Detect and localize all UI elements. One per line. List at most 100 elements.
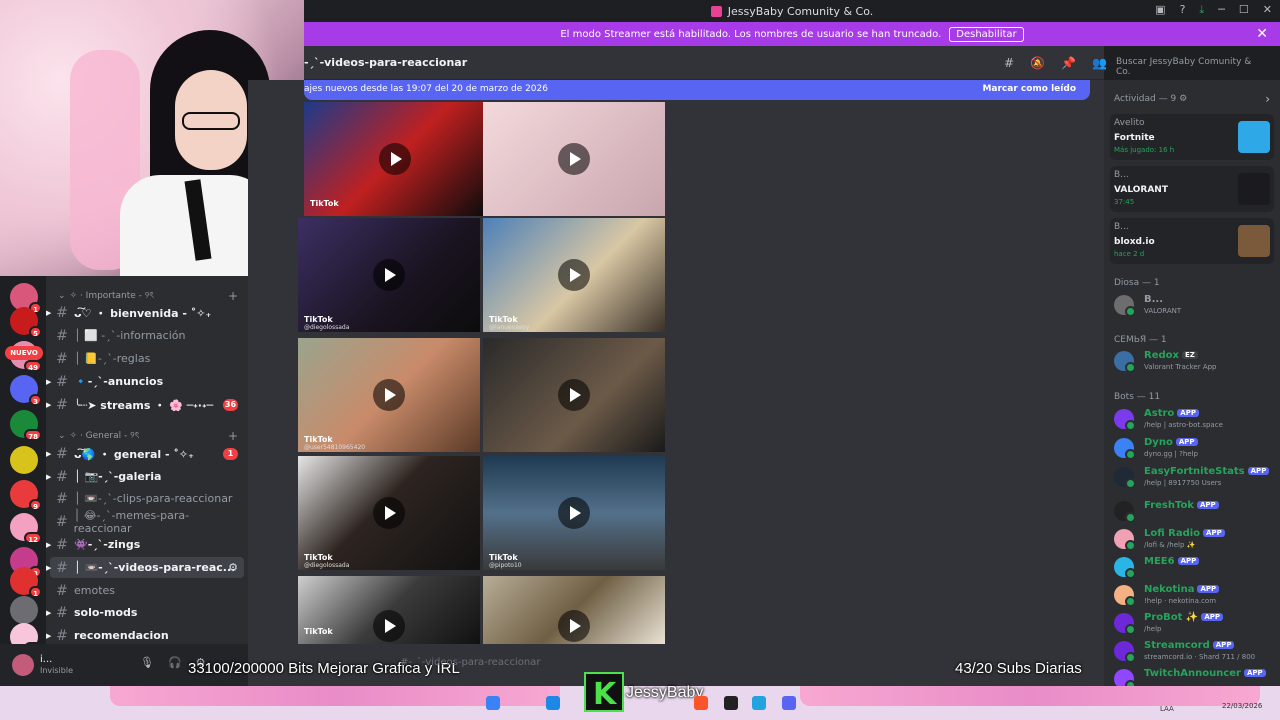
activity-card[interactable]: Avelito Fortnite Más jugado: 16 h (1110, 114, 1274, 160)
windows-start-icon[interactable] (486, 696, 500, 710)
server-icon[interactable] (10, 596, 38, 625)
discord-icon[interactable] (782, 696, 796, 710)
video-thumbnail[interactable]: TikTok @diegolossada (298, 456, 480, 570)
mark-as-read-button[interactable]: Marcar como leído (982, 84, 1076, 94)
add-channel-icon[interactable]: + (228, 289, 238, 303)
server-icon[interactable]: 3 (10, 374, 42, 406)
play-icon[interactable] (558, 379, 590, 411)
channel-item[interactable]: ▶ # 👾-ˏˋ-zings (46, 534, 244, 555)
member-item[interactable]: ProBot ✨ APP/help (1114, 610, 1278, 636)
channel-item[interactable]: ▶ # ᴗ͠🌎 ・ general - ˚✧₊ 1 (46, 443, 244, 464)
member-item[interactable]: MEE6 APP (1114, 554, 1278, 580)
channel-item[interactable]: ▶ # solo-mods (46, 602, 244, 623)
video-thumbnail[interactable]: TikTok @diegolossada (298, 218, 480, 332)
video-thumbnail[interactable]: TikTok (304, 102, 486, 216)
play-icon[interactable] (379, 143, 411, 175)
channel-item[interactable]: ▶ # │ 📷-ˏˋ-galeria (46, 466, 244, 487)
video-thumbnail[interactable] (483, 338, 665, 452)
channel-item[interactable]: # emotes (50, 580, 244, 601)
member-item[interactable]: Redox EZ Valorant Tracker App (1114, 348, 1278, 374)
video-thumbnail[interactable] (483, 102, 665, 216)
channel-item[interactable]: ▶ # ᴗ͠♡ ・ bienvenida - ˚✧₊ (46, 302, 244, 323)
obs-icon[interactable] (724, 696, 738, 710)
channel-name: ᴗ͠♡ ・ bienvenida - ˚✧₊ (74, 306, 212, 320)
play-icon[interactable] (373, 610, 405, 642)
avatar[interactable] (12, 654, 34, 676)
member-name: Redox EZ (1144, 350, 1198, 361)
video-thumbnail[interactable]: TikTok @user54810965420 (298, 338, 480, 452)
play-icon[interactable] (558, 610, 590, 642)
download-icon[interactable]: ⤓ (1199, 3, 1204, 17)
server-icon[interactable]: 5 (10, 307, 42, 339)
gear-icon[interactable]: ⚙ (228, 561, 238, 574)
video-thumbnail[interactable]: TikTok @pipoto10 (483, 456, 665, 570)
inbox-icon[interactable]: ▣ (1155, 3, 1165, 17)
play-icon[interactable] (558, 143, 590, 175)
activity-card[interactable]: B... bloxd.io hace 2 d (1110, 218, 1274, 264)
play-icon[interactable] (558, 497, 590, 529)
app-badge: APP (1247, 467, 1270, 475)
search-input[interactable]: Buscar JessyBaby Comunity & Co. (1110, 52, 1274, 77)
minimize-button[interactable]: ─ (1218, 3, 1225, 17)
member-item[interactable]: B... VALORANT (1114, 292, 1278, 318)
mention-badge: 9 (29, 498, 42, 511)
edge-icon[interactable] (546, 696, 560, 710)
channel-item[interactable]: ▶ # │ 📼-ˏˋ-videos-para-reac... ⚙ (46, 557, 244, 578)
channel-item[interactable]: # │ 😂-ˏˋ-memes-para-reaccionar (50, 509, 244, 535)
server-icon[interactable]: 1 (10, 567, 42, 599)
close-icon[interactable]: ✕ (1256, 26, 1268, 42)
maximize-button[interactable]: ☐ (1239, 3, 1249, 17)
category-general[interactable]: ⌄ ✧ · General - ୨ৎ + (58, 428, 238, 443)
brave-icon[interactable] (694, 696, 708, 710)
member-status: VALORANT (1144, 307, 1182, 315)
channel-item[interactable]: # │ 📼-ˏˋ-clips-para-reaccionar (50, 488, 244, 509)
member-item[interactable]: Dyno APP dyno.gg | ?help (1114, 435, 1278, 461)
play-icon[interactable] (373, 259, 405, 291)
avatar (1114, 641, 1136, 663)
play-icon[interactable] (373, 379, 405, 411)
video-thumbnail[interactable] (483, 576, 665, 644)
language-indicator[interactable]: LAA (1160, 705, 1174, 713)
server-icon[interactable] (10, 446, 38, 475)
play-icon[interactable] (558, 259, 590, 291)
channel-item[interactable]: ▶ # ╰┈➤ streams ・ 🌸 ─˖·˖─ 36 (46, 394, 244, 415)
help-icon[interactable]: ? (1180, 3, 1186, 17)
channel-item[interactable]: # │ ⬜ -ˏˋ-información (50, 325, 244, 346)
member-item[interactable]: Astro APP/help | astro-bot.space (1114, 406, 1278, 432)
member-list-icon[interactable]: 👥 (1092, 56, 1107, 70)
username[interactable]: i... (40, 654, 52, 665)
video-thumbnail[interactable]: TikTok @lanuevasoy (483, 218, 665, 332)
chevron-right-icon[interactable]: › (1265, 92, 1270, 106)
date-display[interactable]: 22/03/2026 (1222, 702, 1262, 710)
channel-item[interactable]: ▶ # 🔹-ˏˋ-anuncios (46, 371, 244, 392)
server-icon[interactable]: 12 (10, 513, 42, 545)
headphones-icon[interactable]: 🎧 (168, 656, 182, 669)
notepad-icon[interactable] (752, 696, 766, 710)
member-item[interactable]: FreshTok APP (1114, 498, 1278, 524)
server-icon[interactable]: 78 (10, 410, 42, 442)
activity-card[interactable]: B... VALORANT 37:45 (1110, 166, 1274, 212)
member-item[interactable]: Lofi Radio APP/lofi & /help ✨ (1114, 526, 1278, 552)
member-name: TwitchAnnouncer APP (1144, 668, 1266, 679)
message-input-placeholder[interactable]: #-ˏˋ-videos-para-reaccionar (400, 657, 540, 668)
add-channel-icon[interactable]: + (228, 429, 238, 443)
channel-item[interactable]: ▶ # recomendacion (46, 625, 244, 646)
pin-icon[interactable]: 📌 (1061, 56, 1076, 70)
play-icon[interactable] (373, 497, 405, 529)
app-badge: APP (1197, 585, 1220, 593)
threads-icon[interactable]: # (1004, 56, 1014, 70)
disable-streamer-mode-button[interactable]: Deshabilitar (949, 26, 1024, 42)
microphone-icon[interactable]: 🎙 (140, 656, 154, 669)
category-importante[interactable]: ⌄ ✧ · Importante - ୨ৎ + (58, 288, 238, 303)
member-item[interactable]: Streamcord APP streamcord.io · Shard 711 /… (1114, 638, 1278, 664)
server-icon[interactable]: 9 (10, 479, 42, 511)
channel-title: -ˏˋ-videos-para-reaccionar (304, 56, 468, 69)
video-thumbnail[interactable]: TikTok (298, 576, 480, 644)
gear-icon[interactable]: ⚙ (1179, 94, 1187, 104)
channel-item[interactable]: # │ 📒-ˏˋ-reglas (50, 348, 244, 369)
member-item[interactable]: Nekotina APP !help · nekotina.com (1114, 582, 1278, 608)
new-messages-bar[interactable]: ajes nuevos desde las 19:07 del 20 de ma… (304, 80, 1090, 100)
close-button[interactable]: ✕ (1263, 3, 1272, 17)
member-item[interactable]: EasyFortniteStats APP/help | 8917750 User… (1114, 464, 1278, 490)
notification-bell-icon[interactable]: 🔕 (1030, 56, 1045, 70)
